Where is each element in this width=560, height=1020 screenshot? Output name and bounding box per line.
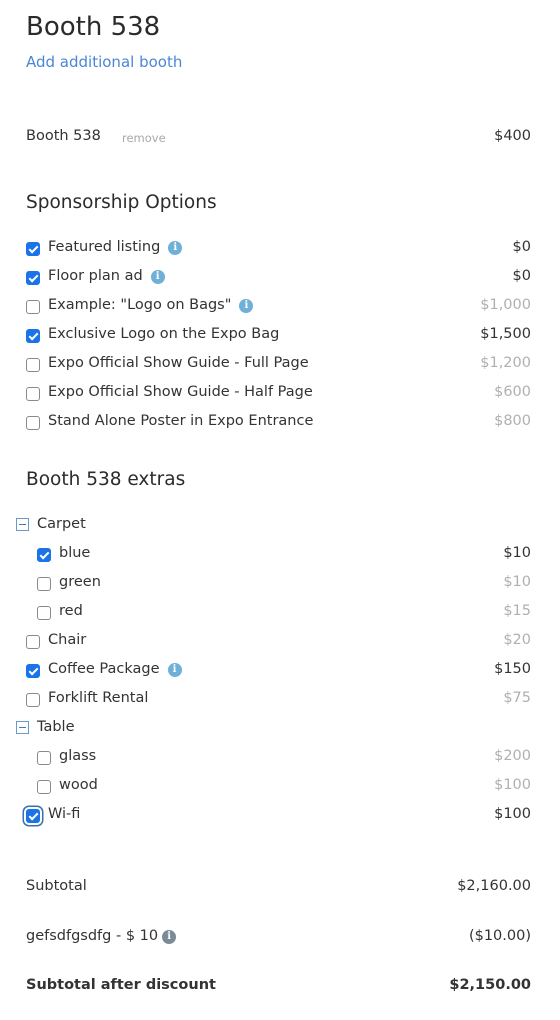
info-icon[interactable]: i	[239, 299, 254, 313]
sponsorship-example-logo-on-bags-row[interactable]: Example: "Logo on Bags" i $1,000	[26, 297, 531, 319]
discount-row: gefsdfgsdfg - $ 10 i ($10.00)	[26, 928, 531, 950]
table-group-header: Table	[16, 719, 531, 741]
remove-booth-link[interactable]: remove	[122, 131, 166, 145]
booth-price: $400	[494, 128, 531, 144]
table-wood-price: $100	[494, 777, 531, 793]
table-glass-row[interactable]: glass $200	[26, 748, 531, 770]
sponsorship-example-logo-on-bags-checkbox[interactable]	[26, 300, 40, 314]
sponsorship-exclusive-logo-on-the-expo-bag-row[interactable]: Exclusive Logo on the Expo Bag $1,500	[26, 326, 531, 348]
sponsorship-featured-listing-checkbox[interactable]	[26, 242, 40, 256]
extra-wi-fi-price: $100	[494, 806, 531, 822]
sponsorship-expo-official-show-guide-half-page-label: Expo Official Show Guide - Half Page	[48, 384, 313, 400]
page-title: Booth 538	[26, 12, 161, 42]
table-wood-label: wood	[59, 777, 98, 793]
info-icon[interactable]: i	[168, 241, 183, 255]
sponsorship-featured-listing-price: $0	[512, 239, 531, 255]
sponsorship-featured-listing-row[interactable]: Featured listing i $0	[26, 239, 531, 261]
sponsorship-exclusive-logo-on-the-expo-bag-price: $1,500	[480, 326, 531, 342]
carpet-green-row[interactable]: green $10	[26, 574, 531, 596]
carpet-green-price: $10	[503, 574, 531, 590]
extra-coffee-package-row[interactable]: Coffee Package i $150	[26, 661, 531, 683]
carpet-red-checkbox[interactable]	[37, 606, 51, 620]
table-wood-checkbox[interactable]	[37, 780, 51, 794]
carpet-green-checkbox[interactable]	[37, 577, 51, 591]
add-booth-link[interactable]: Add additional booth	[26, 53, 182, 71]
subtotal-value: $2,160.00	[457, 878, 531, 894]
sponsorship-expo-official-show-guide-half-page-price: $600	[494, 384, 531, 400]
extra-coffee-package-price: $150	[494, 661, 531, 677]
extra-chair-label: Chair	[48, 632, 87, 648]
booth-name: Booth 538	[26, 128, 101, 144]
sponsorship-expo-official-show-guide-full-page-checkbox[interactable]	[26, 358, 40, 372]
info-icon[interactable]: i	[162, 930, 177, 944]
sponsorship-floor-plan-ad-row[interactable]: Floor plan ad i $0	[26, 268, 531, 290]
after-discount-label: Subtotal after discount	[26, 977, 216, 993]
subtotal-row: Subtotal $2,160.00	[26, 878, 531, 900]
extra-chair-checkbox[interactable]	[26, 635, 40, 649]
extra-chair-price: $20	[503, 632, 531, 648]
carpet-group-label: Carpet	[37, 516, 86, 532]
subtotal-label: Subtotal	[26, 878, 87, 894]
sponsorship-featured-listing-label: Featured listing i	[48, 239, 183, 255]
extra-wi-fi-row[interactable]: Wi-fi $100	[26, 806, 531, 828]
extra-forklift-rental-label: Forklift Rental	[48, 690, 149, 706]
table-glass-price: $200	[494, 748, 531, 764]
carpet-blue-price: $10	[503, 545, 531, 561]
carpet-blue-row[interactable]: blue $10	[26, 545, 531, 567]
extra-forklift-rental-checkbox[interactable]	[26, 693, 40, 707]
sponsorship-expo-official-show-guide-half-page-row[interactable]: Expo Official Show Guide - Half Page $600	[26, 384, 531, 406]
carpet-group-header: Carpet	[16, 516, 531, 538]
sponsorship-expo-official-show-guide-half-page-checkbox[interactable]	[26, 387, 40, 401]
carpet-green-label: green	[59, 574, 101, 590]
sponsorship-expo-official-show-guide-full-page-label: Expo Official Show Guide - Full Page	[48, 355, 309, 371]
carpet-blue-checkbox[interactable]	[37, 548, 51, 562]
carpet-blue-label: blue	[59, 545, 91, 561]
extra-coffee-package-label: Coffee Package i	[48, 661, 182, 677]
sponsorship-exclusive-logo-on-the-expo-bag-label: Exclusive Logo on the Expo Bag	[48, 326, 280, 342]
sponsorship-stand-alone-poster-in-expo-entrance-price: $800	[494, 413, 531, 429]
sponsorship-expo-official-show-guide-full-page-row[interactable]: Expo Official Show Guide - Full Page $1,2…	[26, 355, 531, 377]
sponsorship-floor-plan-ad-checkbox[interactable]	[26, 271, 40, 285]
discount-label: gefsdfgsdfg - $ 10 i	[26, 928, 177, 944]
extra-chair-row[interactable]: Chair $20	[26, 632, 531, 654]
extra-forklift-rental-price: $75	[503, 690, 531, 706]
sponsorship-expo-official-show-guide-full-page-price: $1,200	[480, 355, 531, 371]
sponsorship-title: Sponsorship Options	[26, 192, 217, 213]
extras-title: Booth 538 extras	[26, 469, 186, 490]
sponsorship-stand-alone-poster-in-expo-entrance-label: Stand Alone Poster in Expo Entrance	[48, 413, 314, 429]
table-wood-row[interactable]: wood $100	[26, 777, 531, 799]
extra-wi-fi-checkbox[interactable]	[26, 809, 40, 823]
sponsorship-floor-plan-ad-label: Floor plan ad i	[48, 268, 165, 284]
sponsorship-exclusive-logo-on-the-expo-bag-checkbox[interactable]	[26, 329, 40, 343]
sponsorship-example-logo-on-bags-price: $1,000	[480, 297, 531, 313]
sponsorship-stand-alone-poster-in-expo-entrance-checkbox[interactable]	[26, 416, 40, 430]
collapse-icon[interactable]	[16, 518, 29, 531]
table-group-label: Table	[37, 719, 75, 735]
after-discount-value: $2,150.00	[449, 977, 531, 993]
info-icon[interactable]: i	[150, 270, 165, 284]
after-discount-row: Subtotal after discount $2,150.00	[26, 977, 531, 999]
booth-row: Booth 538 remove $400	[26, 126, 531, 150]
carpet-red-row[interactable]: red $15	[26, 603, 531, 625]
discount-value: ($10.00)	[468, 928, 531, 944]
carpet-red-label: red	[59, 603, 83, 619]
table-glass-checkbox[interactable]	[37, 751, 51, 765]
collapse-icon[interactable]	[16, 721, 29, 734]
table-glass-label: glass	[59, 748, 97, 764]
extra-coffee-package-checkbox[interactable]	[26, 664, 40, 678]
info-icon[interactable]: i	[167, 663, 182, 677]
extra-forklift-rental-row[interactable]: Forklift Rental $75	[26, 690, 531, 712]
carpet-red-price: $15	[503, 603, 531, 619]
sponsorship-stand-alone-poster-in-expo-entrance-row[interactable]: Stand Alone Poster in Expo Entrance $800	[26, 413, 531, 435]
sponsorship-floor-plan-ad-price: $0	[512, 268, 531, 284]
sponsorship-example-logo-on-bags-label: Example: "Logo on Bags" i	[48, 297, 254, 313]
extra-wi-fi-label: Wi-fi	[48, 806, 81, 822]
